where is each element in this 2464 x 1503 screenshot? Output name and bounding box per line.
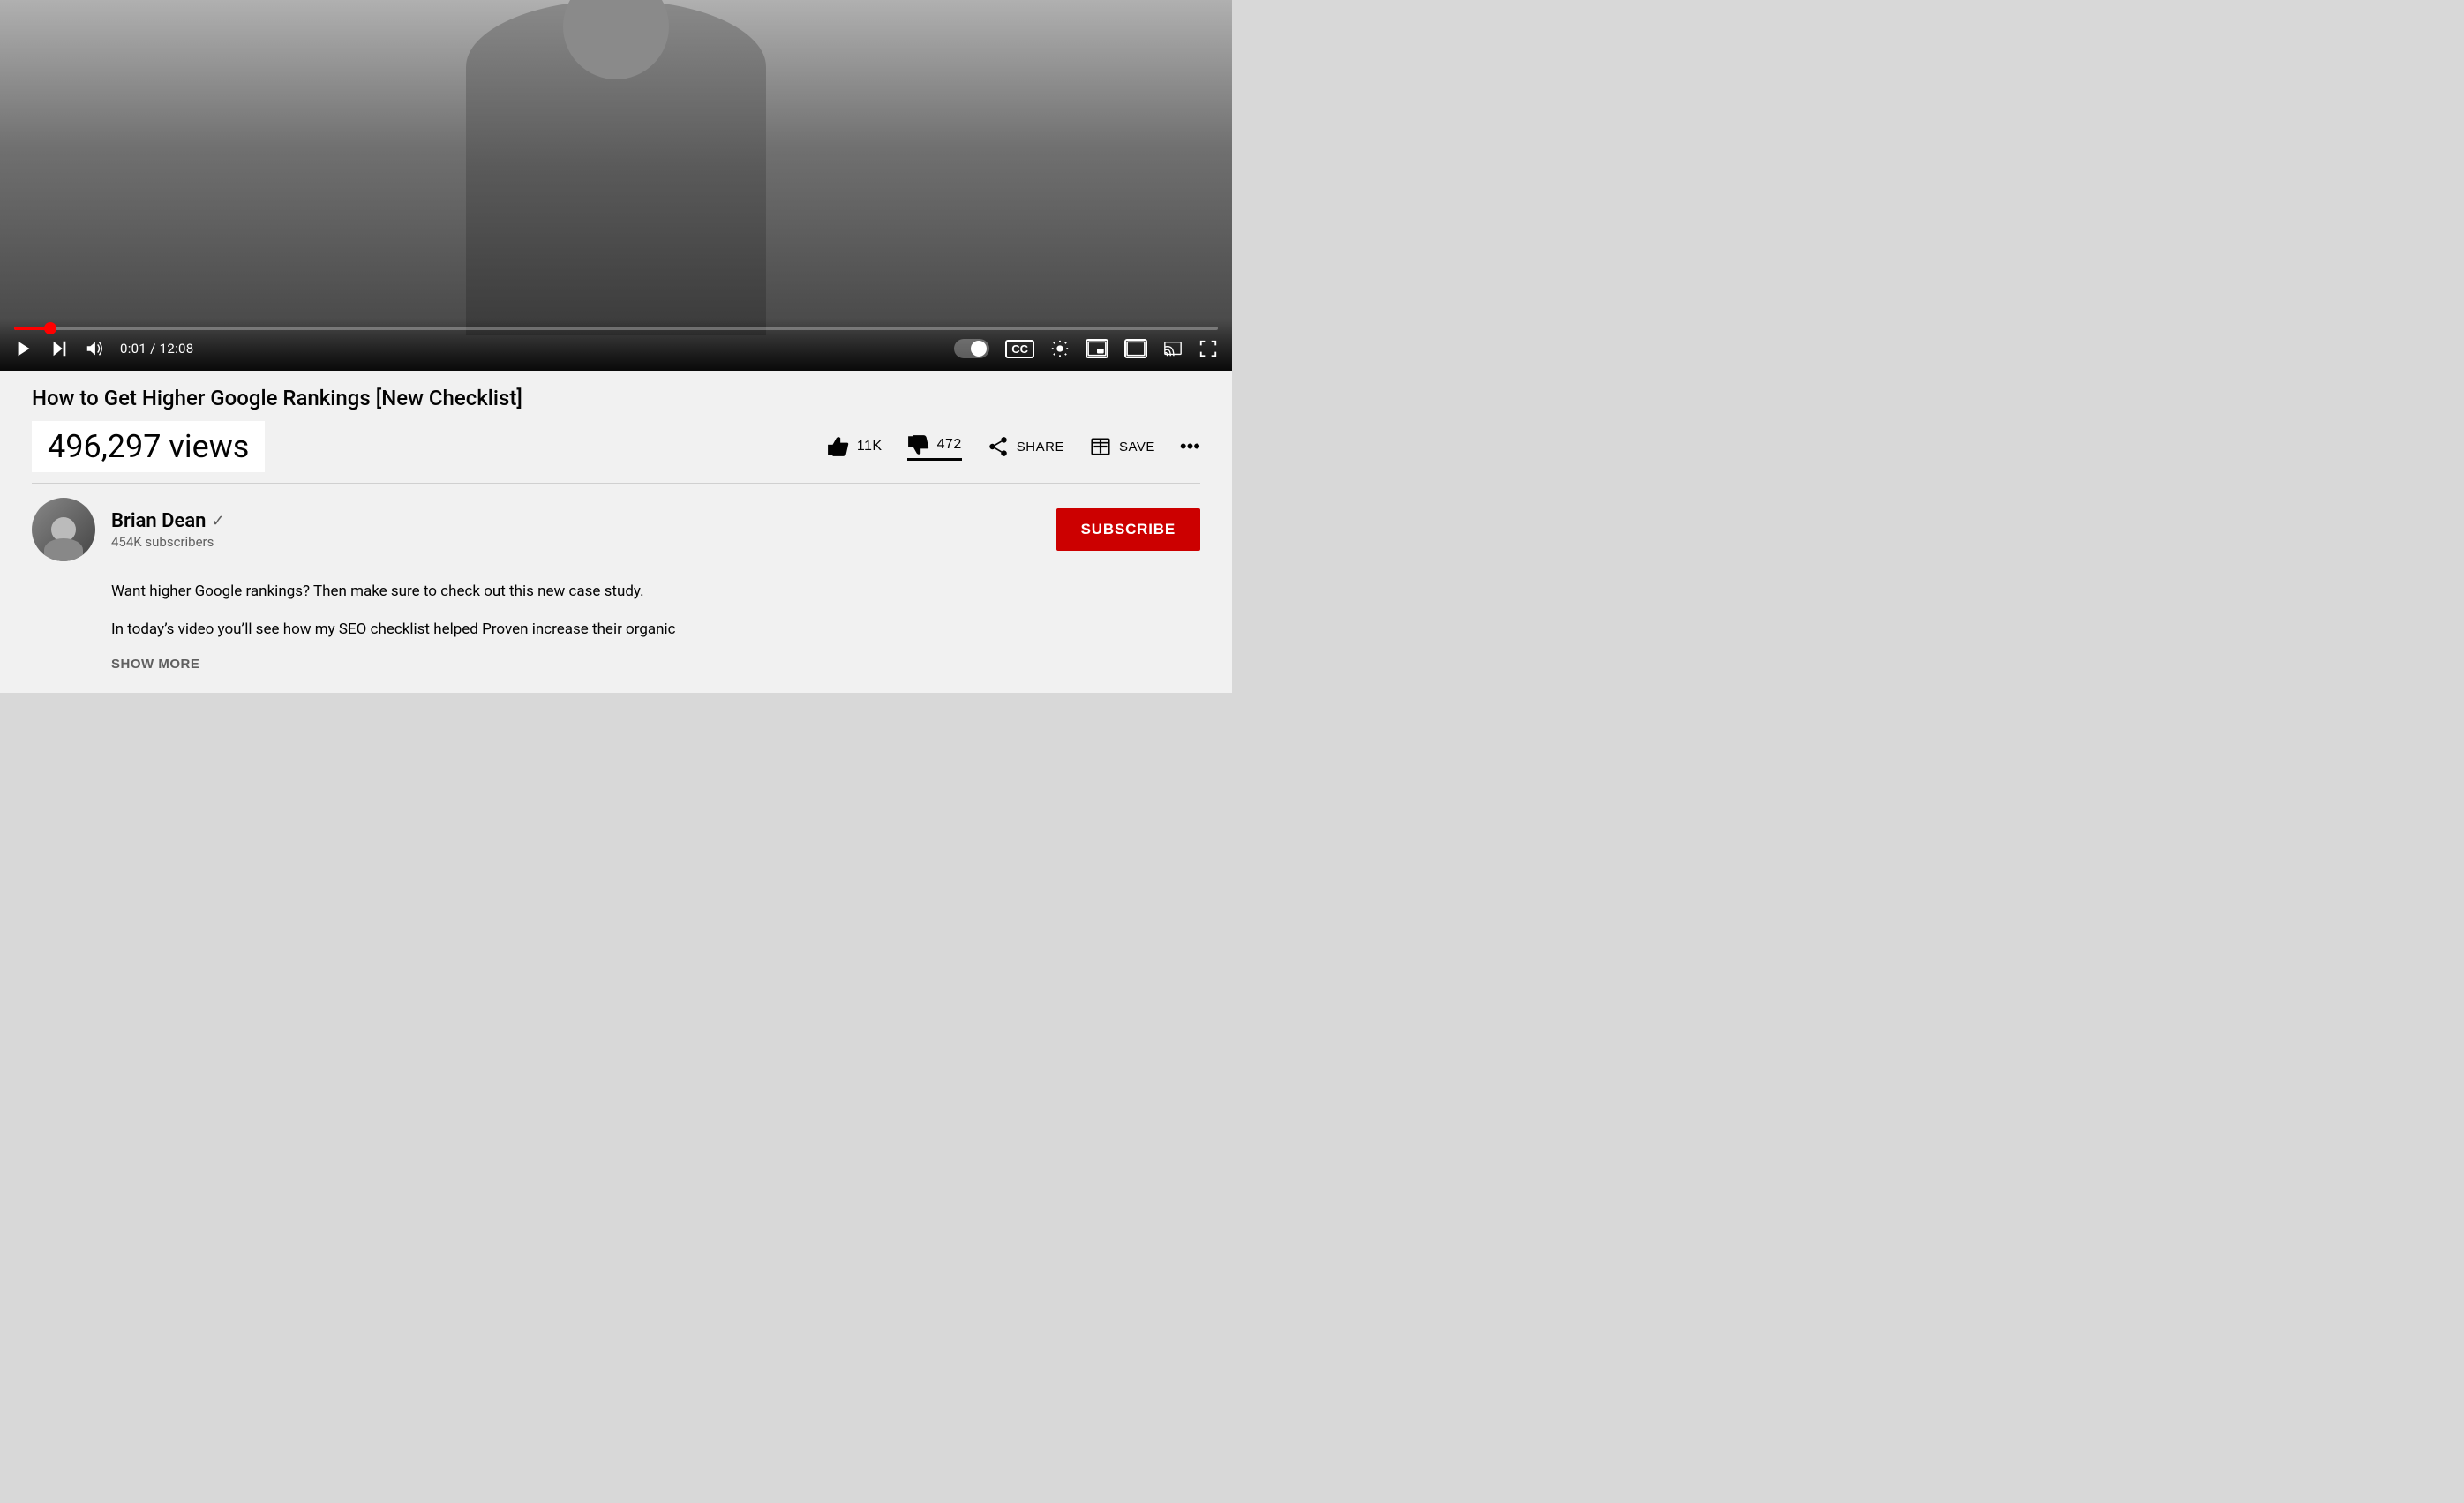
controls-row: 0:01 / 12:08 CC <box>14 339 1218 358</box>
show-more-button[interactable]: SHOW MORE <box>111 657 199 672</box>
dislike-count: 472 <box>937 437 962 453</box>
progress-dot <box>44 322 56 334</box>
share-button[interactable]: SHARE <box>987 435 1064 458</box>
views-count: 496,297 views <box>32 421 265 472</box>
person-head <box>563 0 669 79</box>
toggle-track <box>954 339 989 358</box>
cc-button[interactable]: CC <box>1005 340 1034 358</box>
channel-info: Brian Dean ✓ 454K subscribers <box>111 510 225 550</box>
verified-icon: ✓ <box>211 512 224 530</box>
theater-icon <box>1124 339 1147 358</box>
subscriber-count: 454K subscribers <box>111 534 225 550</box>
fullscreen-button[interactable] <box>1198 339 1218 358</box>
more-button[interactable]: ••• <box>1180 435 1200 458</box>
person-silhouette <box>466 0 766 335</box>
like-button[interactable]: 11K <box>827 435 883 458</box>
video-player: 0:01 / 12:08 CC <box>0 0 1232 371</box>
description-area: Want higher Google rankings? Then make s… <box>111 579 1200 672</box>
miniplayer-button[interactable] <box>1086 339 1108 358</box>
progress-bar[interactable] <box>14 327 1218 330</box>
volume-button[interactable] <box>85 339 104 358</box>
channel-name[interactable]: Brian Dean <box>111 510 206 532</box>
time-display: 0:01 / 12:08 <box>120 341 194 357</box>
toggle-knob <box>971 341 987 357</box>
video-title: How to Get Higher Google Rankings [New C… <box>32 385 1200 412</box>
channel-avatar[interactable] <box>32 498 95 561</box>
autoplay-toggle[interactable] <box>954 339 989 358</box>
play-button[interactable] <box>14 339 34 358</box>
action-buttons: 11K 472 SHARE <box>827 433 1200 461</box>
share-label: SHARE <box>1017 440 1064 455</box>
more-dots: ••• <box>1180 435 1200 458</box>
meta-row: 496,297 views 11K 472 <box>32 421 1200 484</box>
next-button[interactable] <box>49 339 69 358</box>
dislike-button[interactable]: 472 <box>907 433 962 461</box>
description-line-2: In today’s video you’ll see how my SEO c… <box>111 617 1200 643</box>
video-controls: 0:01 / 12:08 CC <box>0 319 1232 371</box>
avatar-body <box>44 538 83 561</box>
channel-name-row: Brian Dean ✓ <box>111 510 225 532</box>
channel-row: Brian Dean ✓ 454K subscribers SUBSCRIBE <box>32 498 1200 561</box>
video-thumbnail <box>0 0 1232 371</box>
save-button[interactable]: SAVE <box>1089 435 1155 458</box>
cast-button[interactable] <box>1163 339 1183 358</box>
settings-button[interactable] <box>1050 339 1070 358</box>
theater-button[interactable] <box>1124 339 1147 358</box>
content-area: How to Get Higher Google Rankings [New C… <box>0 371 1232 693</box>
subscribe-button[interactable]: SUBSCRIBE <box>1056 508 1200 551</box>
miniplayer-icon <box>1086 339 1108 358</box>
like-count: 11K <box>857 439 883 455</box>
save-label: SAVE <box>1119 440 1155 455</box>
description-line-1: Want higher Google rankings? Then make s… <box>111 579 1200 605</box>
